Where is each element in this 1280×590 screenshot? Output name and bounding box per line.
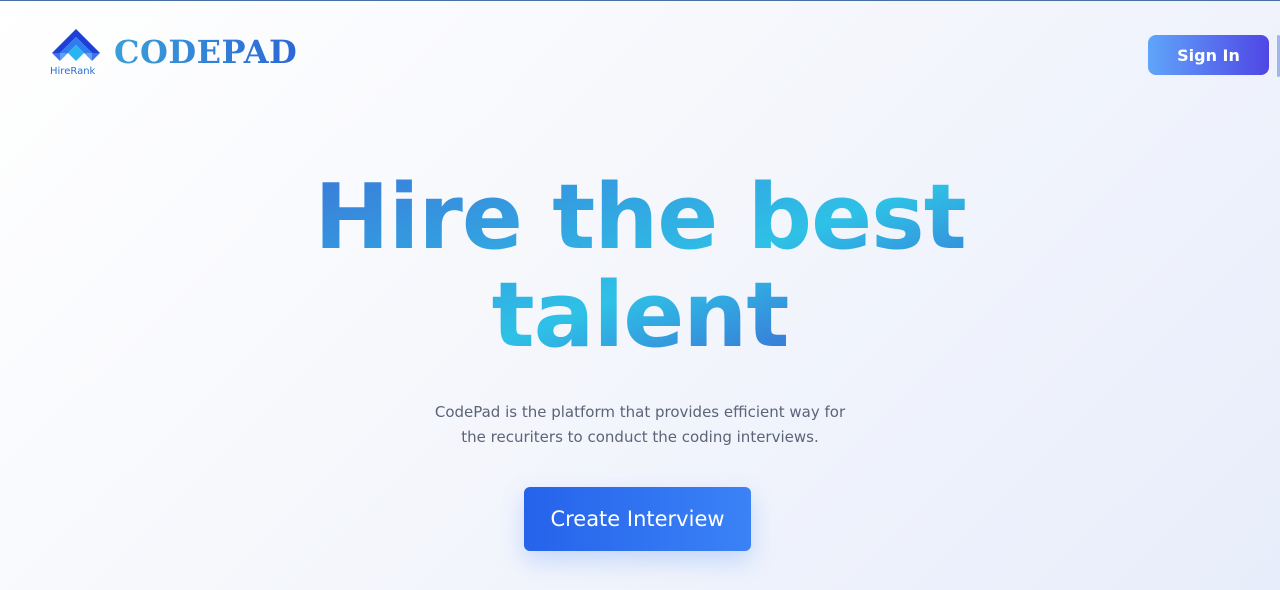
hero-subtitle-line-2: the recuriters to conduct the coding int…	[461, 428, 819, 446]
sign-in-button[interactable]: Sign In	[1148, 35, 1269, 75]
site-header: HireRank CODEPAD Sign In	[0, 1, 1280, 111]
brand[interactable]: HireRank CODEPAD	[50, 27, 297, 79]
hero-title: Hire the best talent	[240, 169, 1040, 365]
hero-title-line-2: talent	[491, 263, 789, 368]
hero-subtitle: CodePad is the platform that provides ef…	[390, 400, 890, 450]
hero-title-line-1: Hire the best	[314, 165, 966, 270]
create-interview-button[interactable]: Create Interview	[524, 487, 751, 551]
hirerank-logo-icon: HireRank	[50, 27, 102, 79]
brand-name: CODEPAD	[114, 33, 298, 71]
logo-caption: HireRank	[50, 66, 96, 77]
hero-section: Hire the best talent	[240, 169, 1040, 365]
hero-subtitle-line-1: CodePad is the platform that provides ef…	[434, 403, 846, 421]
